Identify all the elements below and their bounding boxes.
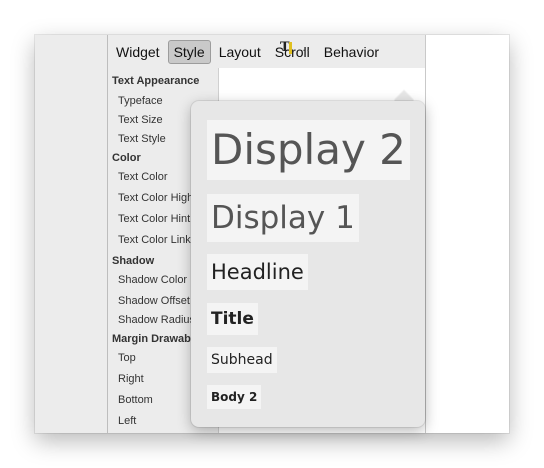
property-shadow-radius[interactable]: Shadow Radius (118, 314, 195, 326)
option-subhead[interactable]: Subhead (207, 347, 277, 373)
tab-layout[interactable]: Layout (213, 40, 267, 64)
more-icon[interactable]: … (298, 40, 310, 54)
property-text-color[interactable]: Text Color (118, 171, 168, 183)
property-left[interactable]: Left (118, 415, 136, 427)
section-shadow: Shadow (112, 255, 155, 267)
property-typeface[interactable]: Typeface (118, 95, 163, 107)
section-text-appearance: Text Appearance (112, 75, 200, 87)
option-headline[interactable]: Headline (207, 254, 308, 290)
text-appearance-icon[interactable]: T (280, 40, 292, 56)
option-display-1[interactable]: Display 1 (207, 194, 359, 242)
left-gutter (35, 35, 107, 433)
text-appearance-popup: Display 2 Display 1 Headline Title Subhe… (191, 101, 425, 427)
tab-style[interactable]: Style (167, 39, 211, 64)
property-shadow-offset[interactable]: Shadow Offset (118, 295, 190, 307)
property-text-style[interactable]: Text Style (118, 133, 166, 145)
tab-behavior[interactable]: Behavior (318, 40, 385, 64)
property-text-color-high[interactable]: Text Color High (118, 192, 193, 204)
property-right[interactable]: Right (118, 373, 144, 385)
tab-widget[interactable]: Widget (110, 40, 166, 64)
option-body-2[interactable]: Body 2 (207, 385, 262, 409)
property-top[interactable]: Top (118, 352, 136, 364)
property-text-color-link[interactable]: Text Color Link (118, 234, 191, 246)
property-bottom[interactable]: Bottom (118, 394, 153, 406)
section-margin-drawable: Margin Drawabl (112, 333, 194, 345)
section-color: Color (112, 152, 141, 164)
option-title[interactable]: Title (207, 303, 258, 335)
property-text-size[interactable]: Text Size (118, 114, 163, 126)
property-shadow-color[interactable]: Shadow Color (118, 274, 187, 286)
canvas-area (425, 35, 509, 433)
tab-bar: Widget Style Layout Scroll Behavior (108, 35, 426, 68)
property-text-color-hint[interactable]: Text Color Hint (118, 213, 190, 225)
option-display-2[interactable]: Display 2 (207, 120, 410, 180)
